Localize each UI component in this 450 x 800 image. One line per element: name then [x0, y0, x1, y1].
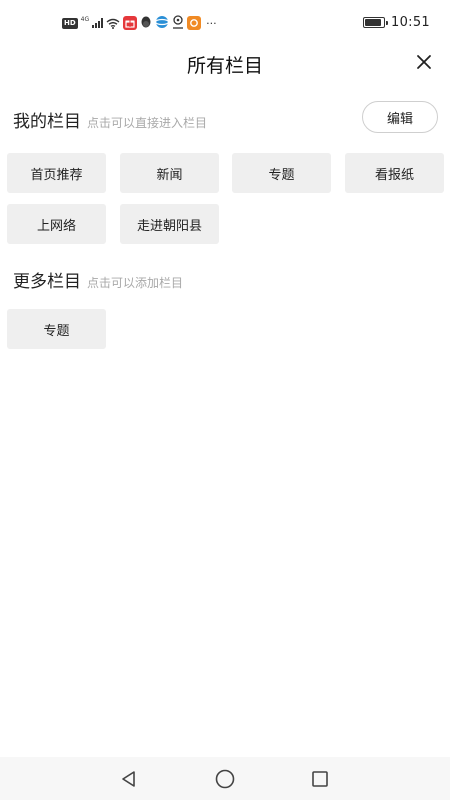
more-column-chip-topics[interactable]: 专题 — [7, 309, 106, 349]
network-type: 4G — [80, 16, 90, 23]
title-bar: 所有栏目 — [0, 44, 450, 82]
column-chip-online[interactable]: 上网络 — [7, 204, 106, 244]
battery-fill — [365, 19, 382, 26]
column-chip-home-recommend[interactable]: 首页推荐 — [7, 153, 106, 193]
close-button[interactable] — [412, 50, 436, 74]
more-columns-hint: 点击可以添加栏目 — [87, 276, 184, 290]
edit-button[interactable]: 编辑 — [362, 101, 438, 133]
screen: HD 4G ··· 10:51 所有栏目 我的栏目 点击可以直接进入栏目 编辑 … — [0, 0, 450, 800]
my-columns-title: 我的栏目 — [13, 112, 81, 132]
home-button[interactable] — [213, 767, 237, 791]
status-bar: HD 4G ··· 10:51 — [0, 0, 450, 44]
back-button[interactable] — [117, 767, 141, 791]
back-triangle-icon — [122, 771, 135, 787]
gift-app-icon — [123, 16, 138, 30]
hd-badge: HD — [62, 17, 78, 29]
page-title: 所有栏目 — [186, 55, 263, 77]
wifi-icon — [106, 14, 120, 33]
signal-icon — [92, 18, 104, 28]
status-left-icons: HD 4G ··· — [62, 14, 217, 33]
my-columns-header: 我的栏目 点击可以直接进入栏目 — [13, 107, 207, 132]
more-notifications-icon: ··· — [206, 16, 217, 30]
home-circle-icon — [215, 769, 235, 789]
my-columns-hint: 点击可以直接进入栏目 — [87, 116, 208, 130]
orange-app-icon — [187, 16, 202, 30]
recents-square-icon — [312, 771, 328, 787]
status-right-icons: 10:51 — [363, 15, 430, 30]
close-icon — [417, 55, 431, 69]
qq-penguin-icon — [140, 14, 152, 33]
column-chip-topics[interactable]: 专题 — [232, 153, 331, 193]
more-columns-title: 更多栏目 — [13, 272, 81, 292]
location-app-icon — [172, 14, 184, 33]
column-chip-newspaper[interactable]: 看报纸 — [345, 153, 444, 193]
column-chip-news[interactable]: 新闻 — [120, 153, 219, 193]
battery-icon — [363, 17, 389, 28]
more-columns-header: 更多栏目 点击可以添加栏目 — [13, 267, 183, 292]
recents-button[interactable] — [308, 767, 332, 791]
column-chip-chaoyang-county[interactable]: 走进朝阳县 — [120, 204, 219, 244]
browser-app-icon — [155, 14, 170, 33]
clock: 10:51 — [391, 15, 430, 30]
system-nav-bar — [0, 757, 450, 800]
